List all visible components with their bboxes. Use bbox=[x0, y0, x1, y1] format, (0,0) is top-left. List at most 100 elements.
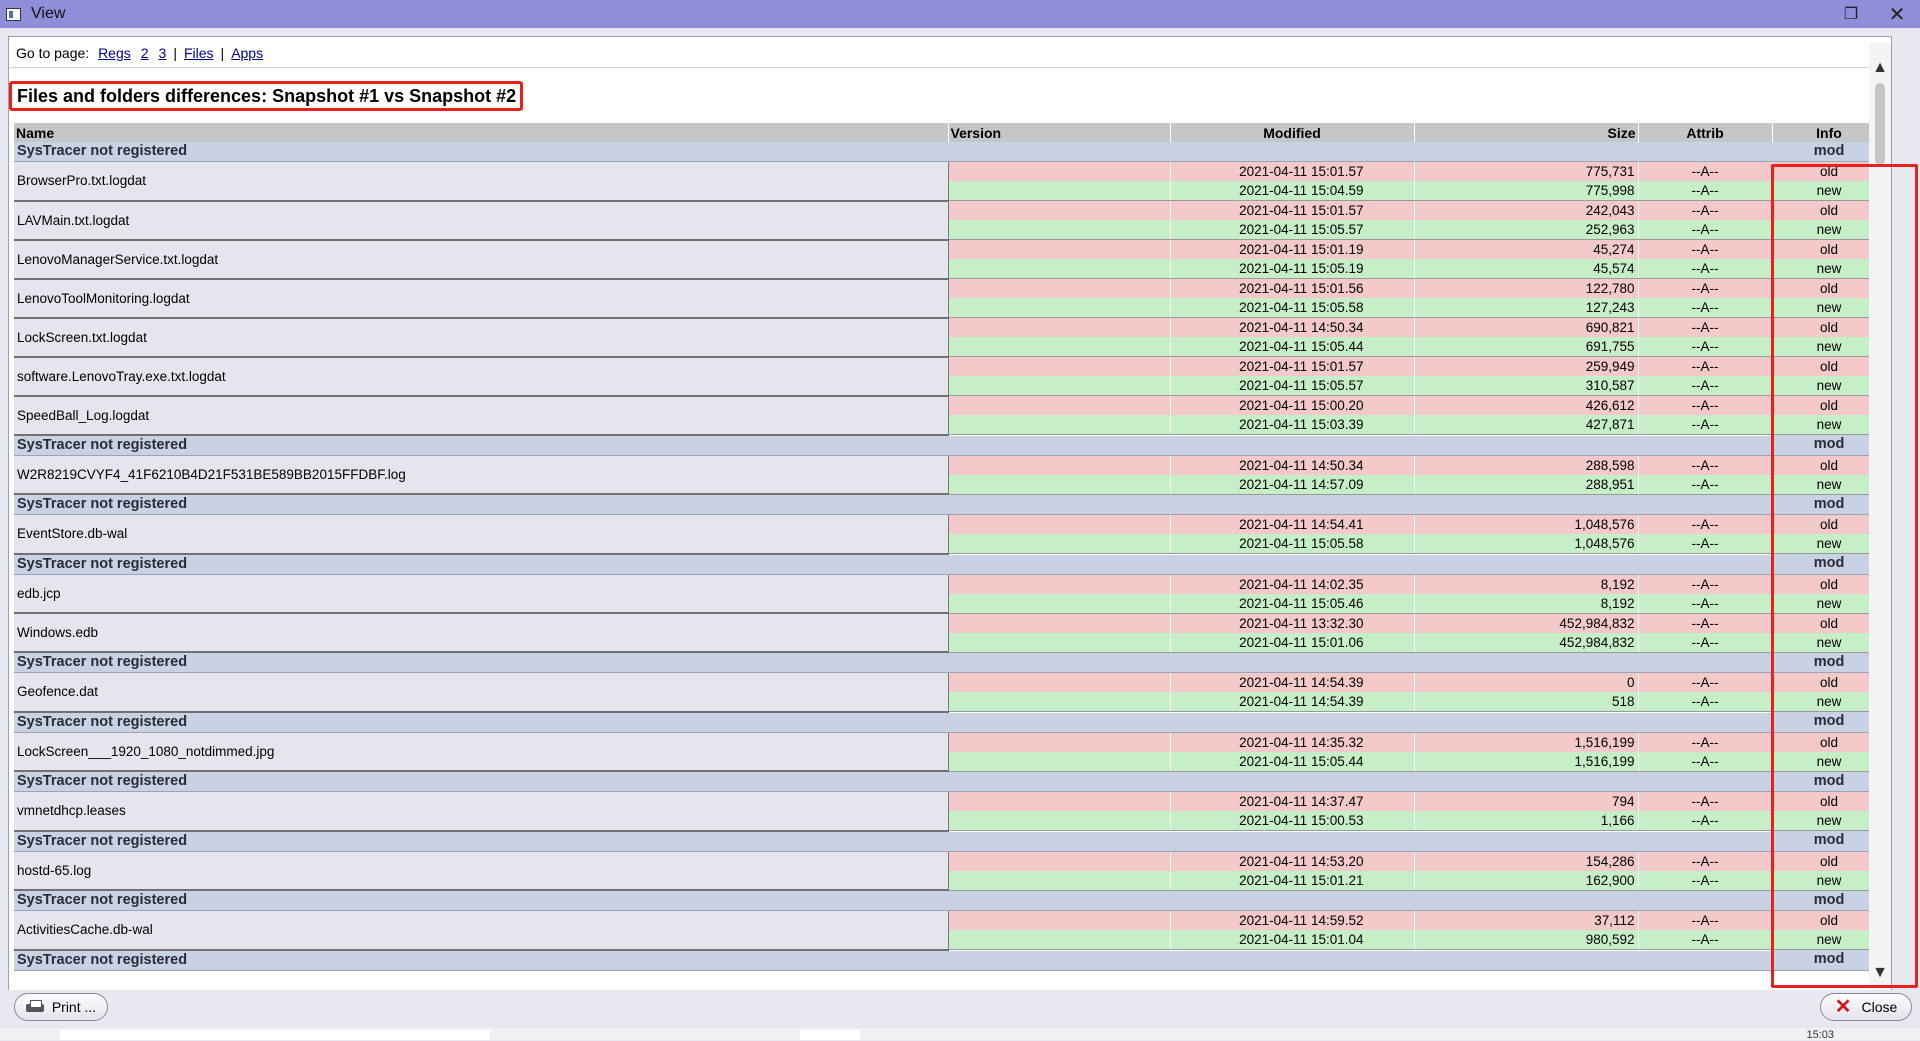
column-header-name[interactable]: Name bbox=[14, 123, 949, 142]
size-cell: 162,900 bbox=[1414, 870, 1639, 891]
version-cell bbox=[948, 593, 1171, 614]
file-row-old[interactable]: edb.jcp 2021-04-11 14:02.35 8,192 --A-- old bbox=[14, 574, 1886, 614]
version-cell bbox=[948, 317, 1171, 337]
version-cell bbox=[948, 811, 1171, 831]
attrib-cell: --A-- bbox=[1638, 870, 1773, 891]
attrib-cell: --A-- bbox=[1638, 574, 1773, 594]
attrib-cell: --A-- bbox=[1638, 811, 1773, 831]
file-name: LenovoManagerService.txt.logdat bbox=[14, 239, 949, 280]
column-header-attrib[interactable]: Attrib bbox=[1638, 123, 1773, 142]
size-cell: 775,731 bbox=[1414, 161, 1639, 181]
file-name: LenovoToolMonitoring.logdat bbox=[14, 278, 949, 319]
size-cell: 259,949 bbox=[1414, 356, 1639, 376]
file-row-old[interactable]: W2R8219CVYF4_41F6210B4D21F531BE589BB2015… bbox=[14, 455, 1886, 495]
modified-cell: 2021-04-11 14:53.20 bbox=[1170, 851, 1415, 871]
print-button[interactable]: Print ... bbox=[14, 993, 108, 1021]
file-row-old[interactable]: ActivitiesCache.db-wal 2021-04-11 14:59.5… bbox=[14, 910, 1886, 951]
attrib-cell: --A-- bbox=[1638, 910, 1773, 930]
bottom-bar: Print ... ✕ Close bbox=[0, 990, 1920, 1028]
group-label: SysTracer not registered bbox=[14, 434, 1772, 456]
size-cell: 452,984,832 bbox=[1414, 632, 1639, 653]
file-row-old[interactable]: software.LenovoTray.exe.txt.logdat 2021-0… bbox=[14, 356, 1886, 397]
goto-link-files[interactable]: Files bbox=[184, 45, 214, 61]
vertical-scrollbar[interactable]: ▲ ▼ bbox=[1869, 43, 1891, 988]
version-cell bbox=[948, 161, 1171, 181]
close-button[interactable]: ✕ Close bbox=[1820, 993, 1912, 1021]
group-row[interactable]: SysTracer not registered mod bbox=[14, 711, 1886, 733]
file-name: edb.jcp bbox=[14, 574, 949, 614]
scrollbar-thumb[interactable] bbox=[1875, 83, 1885, 165]
group-row[interactable]: SysTracer not registered mod bbox=[14, 771, 1886, 792]
attrib-cell: --A-- bbox=[1638, 317, 1773, 337]
file-row-old[interactable]: SpeedBall_Log.logdat 2021-04-11 15:00.20 4… bbox=[14, 395, 1886, 436]
file-row-old[interactable]: LenovoManagerService.txt.logdat 2021-04-1… bbox=[14, 239, 1886, 280]
group-label: SysTracer not registered bbox=[14, 771, 1772, 792]
modified-cell: 2021-04-11 15:05.58 bbox=[1170, 534, 1415, 554]
version-cell bbox=[948, 930, 1171, 950]
version-cell bbox=[948, 220, 1171, 240]
size-cell: 1,048,576 bbox=[1414, 514, 1639, 534]
version-cell bbox=[948, 732, 1171, 752]
attrib-cell: --A-- bbox=[1638, 200, 1773, 220]
modified-cell: 2021-04-11 15:03.39 bbox=[1170, 415, 1415, 435]
close-button-label: Close bbox=[1861, 999, 1898, 1015]
modified-cell: 2021-04-11 15:01.57 bbox=[1170, 356, 1415, 376]
group-row[interactable]: SysTracer not registered mod bbox=[14, 553, 1886, 575]
modified-cell: 2021-04-11 15:01.57 bbox=[1170, 161, 1415, 181]
modified-cell: 2021-04-11 14:02.35 bbox=[1170, 574, 1415, 594]
column-header-version[interactable]: Version bbox=[948, 123, 1171, 142]
table-header-row: Name Version Modified Size Attrib Info bbox=[14, 123, 1886, 142]
file-row-old[interactable]: Geofence.dat 2021-04-11 14:54.39 0 --A-- old bbox=[14, 672, 1886, 713]
group-row[interactable]: SysTracer not registered mod bbox=[14, 949, 1886, 971]
minimize-button[interactable]: — bbox=[1782, 0, 1828, 28]
file-name: BrowserPro.txt.logdat bbox=[14, 161, 949, 202]
group-row[interactable]: SysTracer not registered mod bbox=[14, 142, 1886, 162]
file-row-old[interactable]: LockScreen.txt.logdat 2021-04-11 14:50.34… bbox=[14, 317, 1886, 358]
goto-link-regs[interactable]: Regs bbox=[98, 45, 131, 61]
chevron-down-icon[interactable]: ▼ bbox=[1869, 962, 1891, 984]
goto-link-apps[interactable]: Apps bbox=[231, 45, 263, 61]
chevron-up-icon[interactable]: ▲ bbox=[1869, 57, 1891, 79]
size-cell: 1,516,199 bbox=[1414, 751, 1639, 772]
window-icon bbox=[6, 7, 21, 21]
size-cell: 37,112 bbox=[1414, 910, 1639, 930]
size-cell: 154,286 bbox=[1414, 851, 1639, 871]
version-cell bbox=[948, 910, 1171, 930]
close-window-button[interactable]: ✕ bbox=[1874, 0, 1920, 28]
file-row-old[interactable]: hostd-65.log 2021-04-11 14:53.20 154,286 --… bbox=[14, 851, 1886, 891]
file-row-old[interactable]: LockScreen___1920_1080_notdimmed.jpg 2021… bbox=[14, 732, 1886, 772]
modified-cell: 2021-04-11 14:50.34 bbox=[1170, 455, 1415, 475]
modified-cell: 2021-04-11 15:05.44 bbox=[1170, 337, 1415, 357]
file-row-old[interactable]: BrowserPro.txt.logdat 2021-04-11 15:01.57… bbox=[14, 161, 1886, 202]
taskbar-item[interactable] bbox=[60, 1030, 490, 1040]
table-container[interactable]: Name Version Modified Size Attrib Info S… bbox=[14, 123, 1886, 990]
goto-link-2[interactable]: 2 bbox=[141, 45, 149, 61]
group-row[interactable]: SysTracer not registered mod bbox=[14, 890, 1886, 911]
group-row[interactable]: SysTracer not registered mod bbox=[14, 494, 1886, 515]
version-cell bbox=[948, 239, 1171, 259]
group-row[interactable]: SysTracer not registered mod bbox=[14, 434, 1886, 456]
group-label: SysTracer not registered bbox=[14, 553, 1772, 575]
group-row[interactable]: SysTracer not registered mod bbox=[14, 830, 1886, 852]
version-cell bbox=[948, 395, 1171, 415]
file-name: vmnetdhcp.leases bbox=[14, 791, 949, 832]
size-cell: 45,574 bbox=[1414, 259, 1639, 279]
size-cell: 980,592 bbox=[1414, 930, 1639, 950]
size-cell: 775,998 bbox=[1414, 181, 1639, 201]
version-cell bbox=[948, 870, 1171, 891]
column-header-size[interactable]: Size bbox=[1414, 123, 1639, 142]
file-row-old[interactable]: Windows.edb 2021-04-11 13:32.30 452,984,83… bbox=[14, 613, 1886, 653]
file-row-old[interactable]: vmnetdhcp.leases 2021-04-11 14:37.47 794 --… bbox=[14, 791, 1886, 832]
group-row[interactable]: SysTracer not registered mod bbox=[14, 652, 1886, 673]
size-cell: 1,166 bbox=[1414, 811, 1639, 831]
file-row-old[interactable]: EventStore.db-wal 2021-04-11 14:54.41 1,04… bbox=[14, 514, 1886, 555]
file-row-old[interactable]: LenovoToolMonitoring.logdat 2021-04-11 15… bbox=[14, 278, 1886, 319]
table-body: SysTracer not registered mod BrowserPro.tx… bbox=[14, 142, 1886, 971]
column-header-modified[interactable]: Modified bbox=[1170, 123, 1415, 142]
maximize-button[interactable]: ❐ bbox=[1828, 0, 1874, 28]
file-row-old[interactable]: LAVMain.txt.logdat 2021-04-11 15:01.57 242… bbox=[14, 200, 1886, 241]
goto-link-3[interactable]: 3 bbox=[159, 45, 167, 61]
file-name: LockScreen.txt.logdat bbox=[14, 317, 949, 358]
version-cell bbox=[948, 200, 1171, 220]
taskbar-item[interactable] bbox=[800, 1030, 860, 1040]
